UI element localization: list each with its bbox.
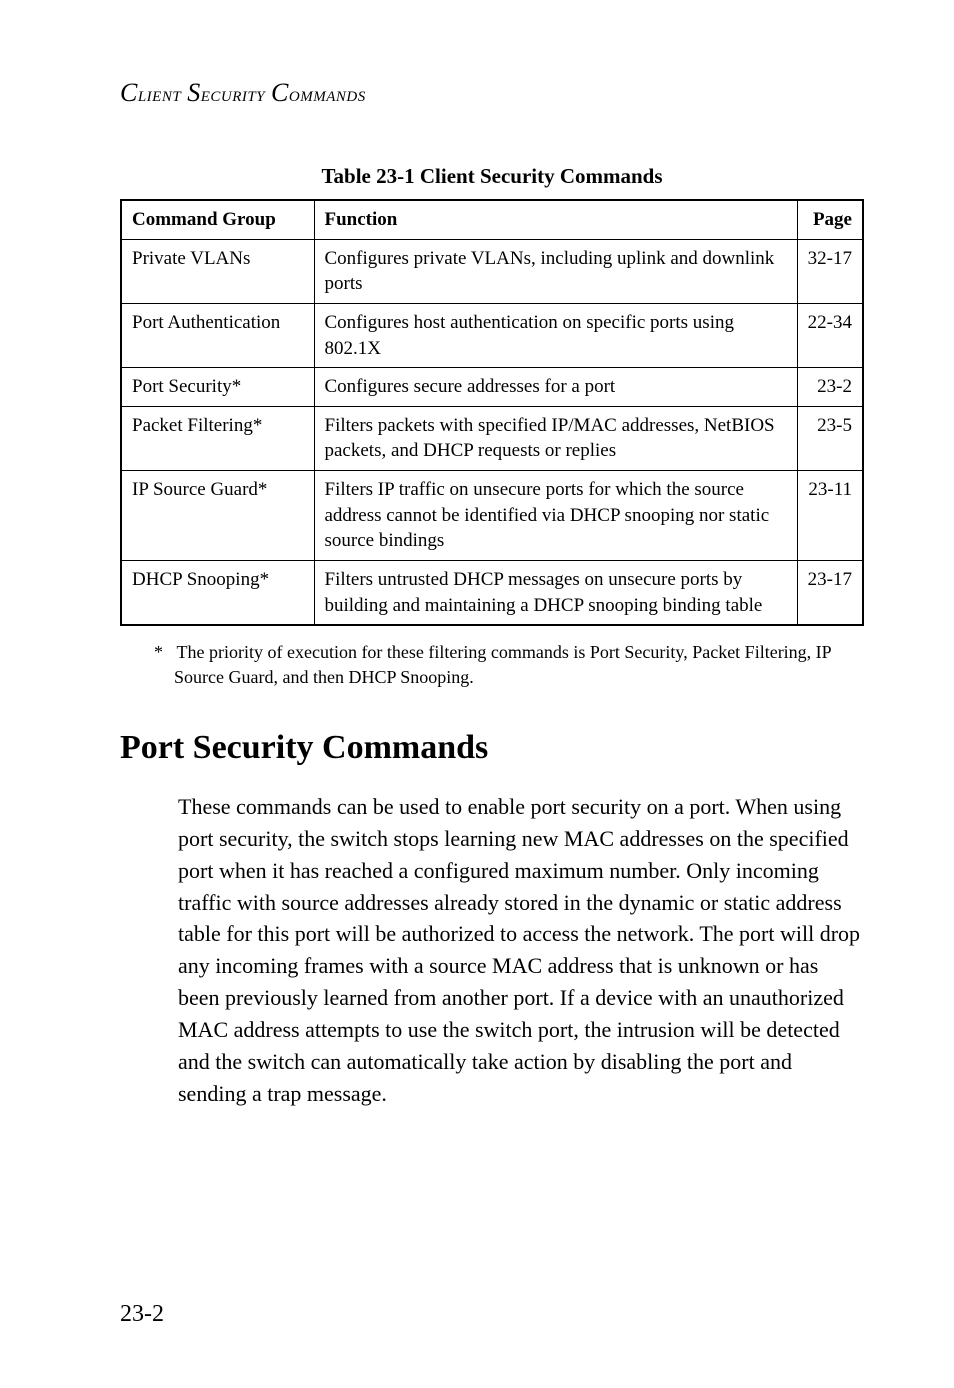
cell-group: Port Authentication	[121, 303, 314, 367]
table-row: DHCP Snooping* Filters untrusted DHCP me…	[121, 561, 863, 626]
footnote-text: The priority of execution for these filt…	[174, 642, 831, 686]
cell-group: IP Source Guard*	[121, 471, 314, 561]
cell-group: Private VLANs	[121, 239, 314, 303]
table-row: Private VLANs Configures private VLANs, …	[121, 239, 863, 303]
table-row: Packet Filtering* Filters packets with s…	[121, 406, 863, 470]
cell-function: Configures host authentication on specif…	[314, 303, 797, 367]
cell-page: 23-5	[797, 406, 863, 470]
cell-page: 22-34	[797, 303, 863, 367]
running-header: Client Security Commands	[120, 78, 864, 108]
table-footnote: * The priority of execution for these fi…	[154, 640, 854, 689]
cell-page: 23-2	[797, 368, 863, 407]
cell-page: 32-17	[797, 239, 863, 303]
cell-function: Filters IP traffic on unsecure ports for…	[314, 471, 797, 561]
col-header-function: Function	[314, 200, 797, 239]
cell-function: Filters packets with specified IP/MAC ad…	[314, 406, 797, 470]
table-row: Port Authentication Configures host auth…	[121, 303, 863, 367]
cell-group: Port Security*	[121, 368, 314, 407]
table-header-row: Command Group Function Page	[121, 200, 863, 239]
table-row: Port Security* Configures secure address…	[121, 368, 863, 407]
cell-group: DHCP Snooping*	[121, 561, 314, 626]
cell-page: 23-11	[797, 471, 863, 561]
section-heading-port-security-commands: Port Security Commands	[120, 729, 864, 767]
col-header-page: Page	[797, 200, 863, 239]
cell-function: Filters untrusted DHCP messages on unsec…	[314, 561, 797, 626]
table-row: IP Source Guard* Filters IP traffic on u…	[121, 471, 863, 561]
page-number: 23-2	[120, 1301, 164, 1328]
cell-group: Packet Filtering*	[121, 406, 314, 470]
cell-function: Configures private VLANs, including upli…	[314, 239, 797, 303]
cell-page: 23-17	[797, 561, 863, 626]
body-paragraph: These commands can be used to enable por…	[178, 791, 864, 1110]
footnote-marker: *	[154, 642, 163, 662]
cell-function: Configures secure addresses for a port	[314, 368, 797, 407]
col-header-group: Command Group	[121, 200, 314, 239]
client-security-commands-table: Command Group Function Page Private VLAN…	[120, 199, 864, 626]
table-caption: Table 23-1 Client Security Commands	[120, 164, 864, 189]
